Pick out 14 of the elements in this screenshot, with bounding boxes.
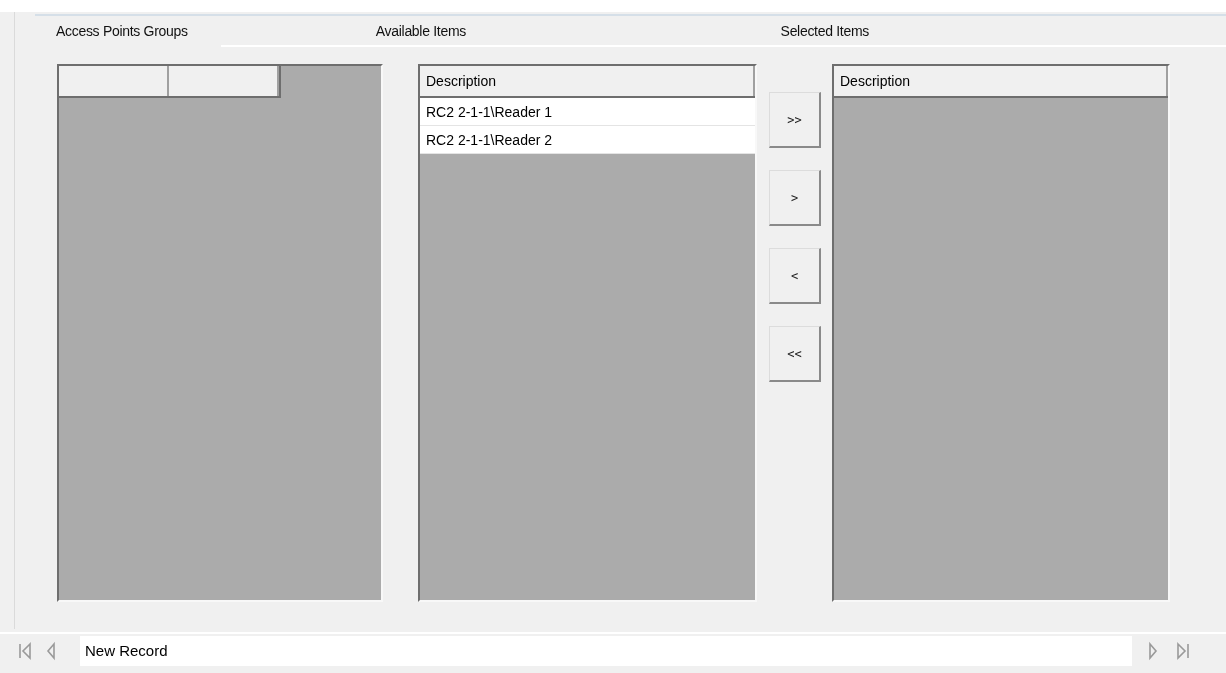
section-title: Available Items [375, 22, 466, 39]
section-title: Selected Items [780, 22, 869, 39]
table-row[interactable]: RC2 2-1-1\Reader 1 [420, 98, 755, 126]
record-field[interactable]: New Record [80, 635, 1132, 666]
previous-record-icon[interactable] [44, 640, 58, 661]
transfer-button[interactable]: << [769, 326, 821, 382]
transfer-button[interactable]: < [769, 248, 821, 304]
transfer-button[interactable]: > [769, 170, 821, 226]
transfer-button[interactable]: >> [769, 92, 821, 148]
next-record-icon[interactable] [1146, 640, 1160, 661]
last-record-icon[interactable] [1176, 640, 1190, 661]
first-record-icon[interactable] [18, 640, 32, 661]
table-row[interactable]: RC2 2-1-1\Reader 2 [420, 126, 755, 154]
section-title[interactable]: Access Points Groups [56, 22, 188, 39]
